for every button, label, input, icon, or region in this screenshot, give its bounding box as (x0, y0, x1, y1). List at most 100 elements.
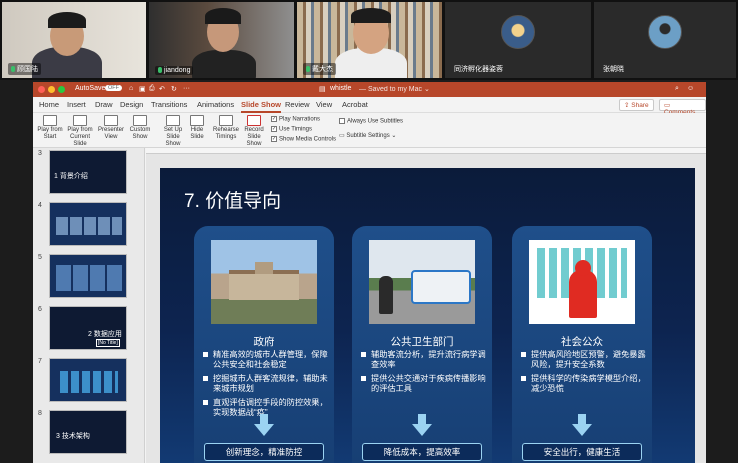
search-icon[interactable]: ⌕ (675, 85, 679, 93)
tab-design[interactable]: Design (120, 100, 143, 109)
microphone-icon (158, 67, 162, 74)
share-button[interactable]: ⇪ Share (619, 99, 654, 111)
play-narrations-checkbox[interactable]: ✓ Play Narrations (271, 116, 320, 123)
slide-thumbnail-pane[interactable]: 3 1 背景介绍 4 5 6 2 数据应用 [No Title] 7 8 3 技… (33, 148, 145, 463)
rehearse-timings-button[interactable]: Rehearse Timings (213, 115, 239, 141)
value-card-public-health[interactable]: 公共卫生部门 辅助客流分析，提升流行病学调查效率 提供公共交通对于疾病传播影响的… (352, 226, 492, 463)
saved-status[interactable]: — Saved to my Mac ⌄ (359, 85, 430, 93)
more-icon[interactable]: ··· (183, 85, 190, 92)
microphone-icon (11, 66, 15, 73)
play-icon (73, 115, 87, 126)
home-icon[interactable]: ⌂ (129, 85, 133, 92)
participant-name: 顾国陆 (8, 63, 41, 75)
record-slide-show-button[interactable]: Record Slide Show (239, 115, 269, 148)
show-media-controls-checkbox[interactable]: ✓ Show Media Controls (271, 136, 336, 143)
value-summary: 安全出行，健康生活 (522, 443, 642, 461)
slide-thumbnail[interactable]: 2 数据应用 [No Title] (49, 306, 127, 350)
microphone-icon (306, 66, 310, 73)
close-window-button[interactable] (38, 86, 45, 93)
participant-avatar (648, 15, 682, 49)
tab-view[interactable]: View (316, 100, 332, 109)
redo-icon[interactable]: ↻ (171, 85, 177, 93)
smiley-icon[interactable]: ☺ (687, 85, 694, 92)
checkbox-unchecked-icon (339, 118, 345, 124)
powerpoint-window: AutoSave OFF ⌂ ▣ ⎙ ↶ ↻ ··· ▤ whistle — S… (33, 82, 706, 463)
document-icon: ▤ (319, 86, 326, 93)
presenter-view-button[interactable]: Presenter View (97, 115, 125, 141)
slide-thumbnail[interactable] (49, 254, 127, 298)
participant-tile[interactable]: 戴大杰 (297, 2, 442, 78)
minimize-window-button[interactable] (48, 86, 55, 93)
slide-thumbnail[interactable] (49, 358, 127, 402)
maximize-window-button[interactable] (58, 86, 65, 93)
government-building-image (211, 240, 317, 324)
participant-name: jiandong (155, 66, 194, 75)
checkbox-checked-icon: ✓ (271, 116, 277, 122)
autosave-label: AutoSave (75, 85, 106, 92)
slide-thumbnail[interactable]: 1 背景介绍 (49, 150, 127, 194)
slide-title[interactable]: 7. 价值导向 (184, 186, 281, 213)
value-card-public[interactable]: 社会公众 提供高风险地区预警，避免暴露风险，提升安全系数 提供科学的传染病学模型… (512, 226, 652, 463)
save-icon[interactable]: ▣ (139, 85, 146, 93)
use-timings-checkbox[interactable]: ✓ Use Timings (271, 126, 312, 133)
bullet-list: 辅助客流分析，提升流行病学调查效率 提供公共交通对于疾病传播影响的评估工具 (360, 350, 488, 398)
custom-show-button[interactable]: Custom Show (128, 115, 152, 141)
tab-acrobat[interactable]: Acrobat (342, 100, 368, 109)
slide-thumbnail[interactable] (49, 202, 127, 246)
participant-tile[interactable]: 张朝晓 (594, 2, 736, 78)
participant-avatar (501, 15, 535, 49)
slide-thumbnail[interactable]: 3 技术架构 (49, 410, 127, 454)
undo-icon[interactable]: ↶ (159, 85, 165, 93)
presenter-icon (104, 115, 118, 126)
participant-tile[interactable]: 顾国陆 (2, 2, 146, 78)
ribbon-toolbar: Play from Start Play from Current Slide … (33, 113, 706, 148)
checkbox-checked-icon: ✓ (271, 136, 277, 142)
play-from-current-slide-button[interactable]: Play from Current Slide (63, 115, 97, 148)
tab-insert[interactable]: Insert (67, 100, 86, 109)
play-icon (43, 115, 57, 126)
tab-animations[interactable]: Animations (197, 100, 234, 109)
tab-review[interactable]: Review (285, 100, 310, 109)
autosave-toggle[interactable]: OFF (105, 85, 122, 91)
participant-tile[interactable]: jiandong (149, 2, 294, 78)
current-slide[interactable]: 7. 价值导向 政府 精准高效的城市人群管理，保障公共安全和社会稳定 挖掘城市人… (160, 168, 695, 463)
comment-icon: ▭ (664, 102, 671, 109)
setup-icon (166, 115, 180, 126)
ruler (146, 148, 706, 154)
custom-show-icon (133, 115, 147, 126)
tab-draw[interactable]: Draw (95, 100, 113, 109)
down-arrow-icon (572, 424, 592, 436)
value-card-government[interactable]: 政府 精准高效的城市人群管理，保障公共安全和社会稳定 挖掘城市人群客流规律，辅助… (194, 226, 334, 463)
value-summary: 创新理念，精准防控 (204, 443, 324, 461)
hide-slide-button[interactable]: Hide Slide (188, 115, 206, 141)
down-arrow-icon (412, 424, 432, 436)
chevron-down-icon: ⌄ (389, 133, 397, 139)
print-icon[interactable]: ⎙ (149, 85, 155, 93)
video-participant-strip: 顾国陆 jiandong 戴大杰 同济孵化器姿蓉 张朝晓 (0, 0, 738, 80)
subtitle-settings-dropdown[interactable]: ▭ Subtitle Settings ⌄ (339, 132, 396, 139)
participant-name: 戴大杰 (303, 63, 336, 75)
slide-editing-canvas[interactable]: 7. 价值导向 政府 精准高效的城市人群管理，保障公共安全和社会稳定 挖掘城市人… (146, 148, 706, 463)
participant-name: 同济孵化器姿蓉 (454, 66, 503, 73)
document-title: whistle (330, 85, 352, 92)
participant-name: 张朝晓 (603, 66, 624, 73)
tab-slide-show[interactable]: Slide Show (241, 100, 282, 113)
tab-transitions[interactable]: Transitions (151, 100, 187, 109)
tab-home[interactable]: Home (39, 100, 59, 109)
bus-station-image (369, 240, 475, 324)
crowd-figures-image (529, 240, 635, 324)
set-up-slide-show-button[interactable]: Set Up Slide Show (159, 115, 187, 148)
title-bar: AutoSave OFF ⌂ ▣ ⎙ ↶ ↻ ··· ▤ whistle — S… (33, 82, 706, 97)
ribbon-tab-bar: Home Insert Draw Design Transitions Anim… (33, 97, 706, 116)
comments-button[interactable]: ▭ Comments (659, 99, 706, 116)
record-icon (247, 115, 261, 126)
play-from-start-button[interactable]: Play from Start (37, 115, 63, 141)
share-icon: ⇪ (624, 102, 630, 109)
hide-slide-icon (190, 115, 204, 126)
bullet-list: 精准高效的城市人群管理，保障公共安全和社会稳定 挖掘城市人群客流规律，辅助未来城… (202, 350, 330, 422)
participant-tile[interactable]: 同济孵化器姿蓉 (445, 2, 591, 78)
down-arrow-icon (254, 424, 274, 436)
timer-icon (219, 115, 233, 126)
always-use-subtitles-checkbox[interactable]: Always Use Subtitles (339, 118, 403, 125)
value-summary: 降低成本，提高效率 (362, 443, 482, 461)
